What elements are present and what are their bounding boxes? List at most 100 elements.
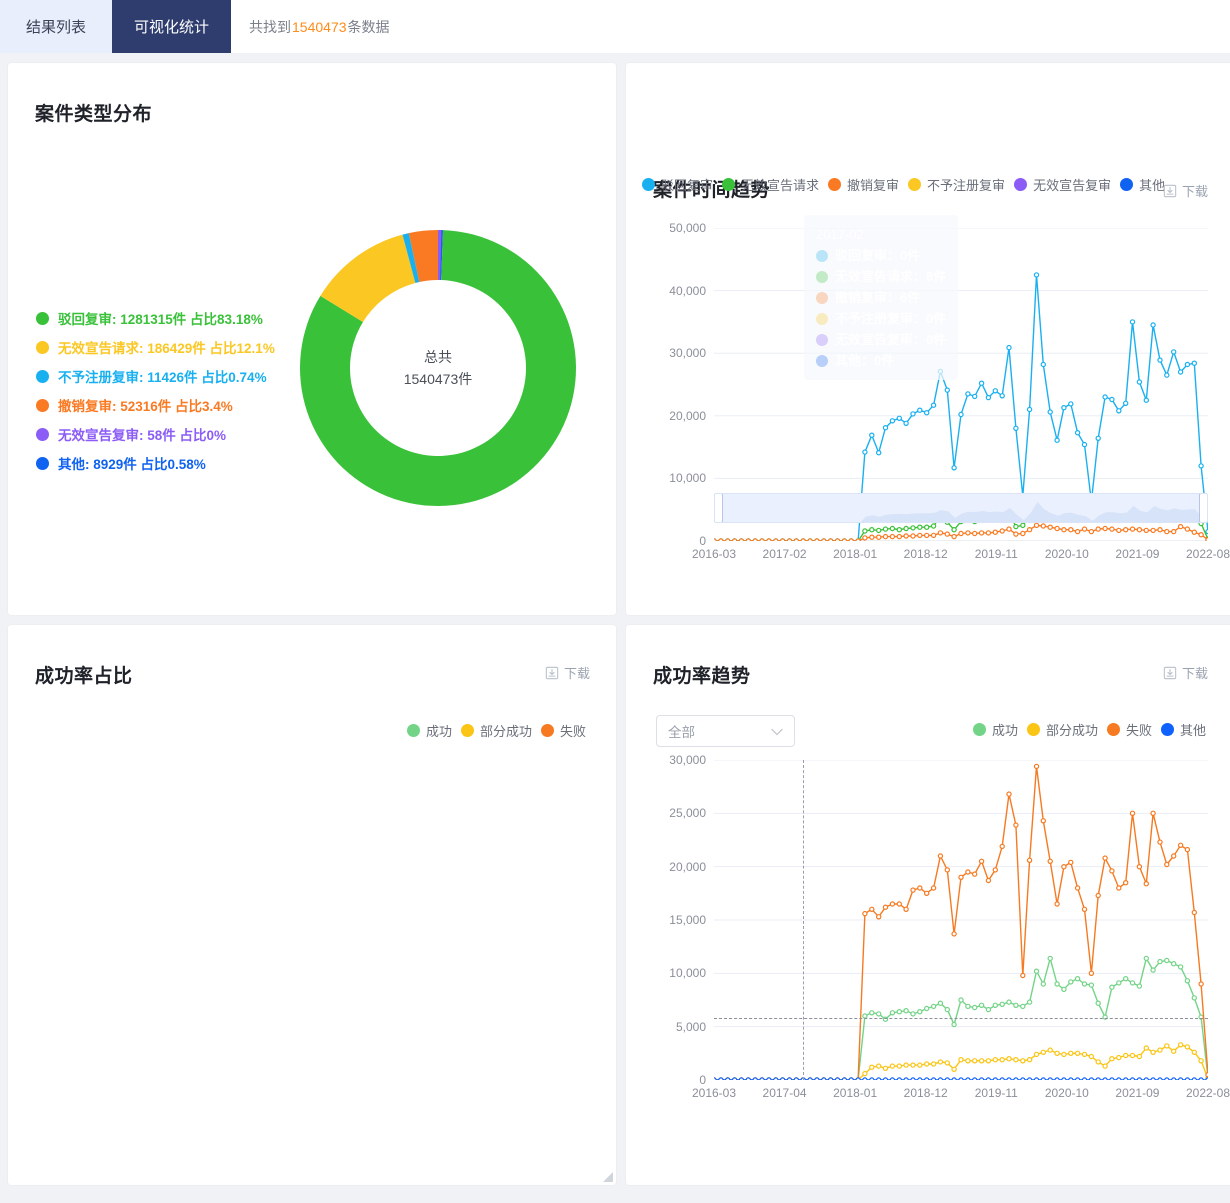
download-icon	[1163, 184, 1177, 197]
pie-legend-label: 无效宣告复审: 58件 占比0%	[58, 428, 227, 443]
tooltip-color-dot	[816, 354, 828, 367]
legend-color-dot	[36, 311, 49, 325]
legend-label: 成功	[991, 723, 1018, 738]
card-success-trend: 成功率趋势 下载 全部 成功 部分成功 失败 其他 0 5,000 10,000…	[626, 625, 1230, 1185]
legend-color-dot	[972, 723, 986, 736]
download-icon	[545, 666, 559, 679]
resize-grip-icon	[603, 1172, 613, 1182]
success-ratio-chart[interactable]: 0300.000600.000900.0001.200.0001.500.000…	[136, 753, 580, 1185]
found-suffix: 条数据	[347, 18, 390, 35]
legend-color-dot	[406, 724, 420, 737]
datazoom-preview	[860, 502, 1207, 522]
legend-color-dot	[36, 456, 49, 470]
legend-item-invalidation-review[interactable]: 无效宣告复审	[1014, 175, 1111, 194]
case-trend-legend: 驳回复审 无效宣告请求 撤销复审 不予注册复审 无效宣告复审 其他	[642, 175, 1202, 194]
download-label: 下载	[563, 666, 590, 681]
download-icon	[1163, 666, 1177, 679]
y-axis-tick-label: 0	[699, 534, 706, 548]
card-case-time-trend: 案件时间趋势 驳回复审 无效宣告请求 撤销复审 不予注册复审 无效宣告复审 其他…	[626, 63, 1230, 615]
legend-color-dot	[1106, 723, 1120, 736]
tooltip-row: 无效宣告请求：8件	[816, 266, 946, 287]
download-button-success-trend[interactable]: 下载	[1163, 663, 1208, 682]
download-button-success-ratio[interactable]: 下载	[545, 663, 590, 682]
resize-grip[interactable]	[600, 1169, 614, 1183]
legend-label: 失败	[1125, 723, 1152, 738]
download-label: 下载	[1181, 666, 1208, 681]
donut-chart[interactable]: 总共 1540473件	[298, 228, 578, 508]
pie-legend-item[interactable]: 无效宣告复审: 58件 占比0%	[36, 424, 275, 444]
tab-visual-stats[interactable]: 可视化统计	[112, 0, 232, 53]
x-axis-tick-label: 2019-11	[974, 1086, 1018, 1100]
tooltip-text: 其他：0件	[835, 353, 895, 369]
pie-legend-item[interactable]: 驳回复审: 1281315件 占比83.18%	[36, 308, 275, 328]
legend-label: 成功	[425, 724, 452, 739]
pie-legend-label: 其他: 8929件 占比0.58%	[58, 457, 206, 472]
tab-visual-stats-label: 可视化统计	[134, 19, 210, 36]
y-axis-tick-label: 10,000	[669, 966, 706, 981]
select-value: 全部	[668, 725, 695, 740]
legend-label: 部分成功	[479, 724, 532, 739]
legend-color-dot	[540, 724, 554, 737]
x-axis-tick-label: 2022-08	[1185, 547, 1230, 561]
legend-item-partial-success[interactable]: 部分成功	[460, 721, 532, 740]
legend-item-failure[interactable]: 失败	[540, 721, 586, 740]
legend-item-invalidation-request[interactable]: 无效宣告请求	[722, 175, 819, 194]
y-axis-tick-label: 30,000	[669, 346, 706, 361]
y-axis-tick-label: 20,000	[669, 859, 706, 874]
x-axis-tick-label: 2018-12	[903, 547, 948, 561]
pie-legend-item[interactable]: 不予注册复审: 11426件 占比0.74%	[36, 366, 275, 386]
tooltip-title: 2017-02	[816, 227, 864, 242]
legend-item-reject-review[interactable]: 驳回复审	[642, 175, 713, 194]
pie-legend-label: 无效宣告请求: 186429件 占比12.1%	[58, 341, 275, 356]
pie-legend-item[interactable]: 无效宣告请求: 186429件 占比12.1%	[36, 337, 275, 357]
success-trend-plot[interactable]: 0 5,000 10,000 15,000 20,000 25,000 30,000 2016…	[669, 753, 1230, 1100]
x-axis-tick-label: 2019-11	[974, 547, 1018, 561]
x-axis-tick-label: 2016-03	[691, 547, 737, 561]
x-axis-tick-label: 2021-09	[1115, 547, 1160, 561]
pie-legend-label: 不予注册复审: 11426件 占比0.74%	[58, 370, 267, 385]
tooltip-row: 其他：0件	[816, 350, 946, 371]
pie-legend-item[interactable]: 撤销复审: 52316件 占比3.4%	[36, 395, 275, 415]
case-trend-datazoom[interactable]	[714, 493, 1208, 523]
download-label: 下载	[1181, 184, 1208, 199]
datazoom-handle-left[interactable]	[715, 494, 723, 522]
y-axis-tick-label: 40,000	[669, 283, 706, 298]
legend-color-dot	[908, 178, 922, 191]
download-button-case-trend[interactable]: 下载	[1163, 181, 1208, 200]
x-axis-tick-label: 2017-04	[762, 1086, 807, 1100]
success-trend-filter-select[interactable]: 全部	[656, 715, 795, 747]
legend-color-dot	[36, 398, 49, 412]
legend-item-revocation-review[interactable]: 撤销复审	[828, 175, 899, 194]
y-axis-tick-label: 30,000	[669, 753, 706, 767]
y-axis-tick-label: 10,000	[669, 471, 706, 486]
pie-legend-item[interactable]: 其他: 8929件 占比0.58%	[36, 453, 275, 473]
legend-color-dot	[1120, 178, 1134, 191]
tooltip-text: 不予注册复审：0件	[835, 311, 947, 327]
legend-item-success[interactable]: 成功	[406, 721, 452, 740]
tooltip-row: 不予注册复审：0件	[816, 308, 946, 329]
success-trend-lines	[711, 759, 1211, 1083]
legend-color-dot	[828, 178, 842, 191]
x-axis-tick-label: 2018-01	[833, 1086, 878, 1100]
legend-item-other[interactable]: 其他	[1120, 175, 1165, 194]
tab-result-list[interactable]: 结果列表	[0, 0, 112, 53]
legend-color-dot	[1160, 723, 1174, 736]
legend-label: 部分成功	[1045, 723, 1098, 738]
x-axis-tick-label: 2017-02	[762, 547, 807, 561]
datazoom-handle-right[interactable]	[1199, 494, 1207, 522]
x-axis-tick-label: 2018-12	[903, 1086, 948, 1100]
tooltip-color-dot	[816, 249, 828, 262]
legend-color-dot	[36, 340, 49, 354]
tooltip-row: 撤销复审：6件	[816, 287, 946, 308]
legend-label: 无效宣告请求	[741, 178, 820, 193]
legend-item-failure[interactable]: 失败	[1106, 720, 1152, 739]
legend-item-partial-success[interactable]: 部分成功	[1026, 720, 1098, 739]
legend-color-dot	[642, 178, 655, 191]
legend-item-refusal-registration-review[interactable]: 不予注册复审	[908, 175, 1005, 194]
success-ratio-legend: 成功 部分成功 失败	[406, 721, 586, 740]
legend-item-success[interactable]: 成功	[972, 720, 1018, 739]
card-success-ratio: 成功率占比 下载 成功 部分成功 失败	[8, 625, 616, 1185]
y-axis-tick-label: 5,000	[675, 1019, 706, 1034]
legend-item-other[interactable]: 其他	[1160, 720, 1206, 739]
legend-color-dot	[1026, 723, 1040, 736]
